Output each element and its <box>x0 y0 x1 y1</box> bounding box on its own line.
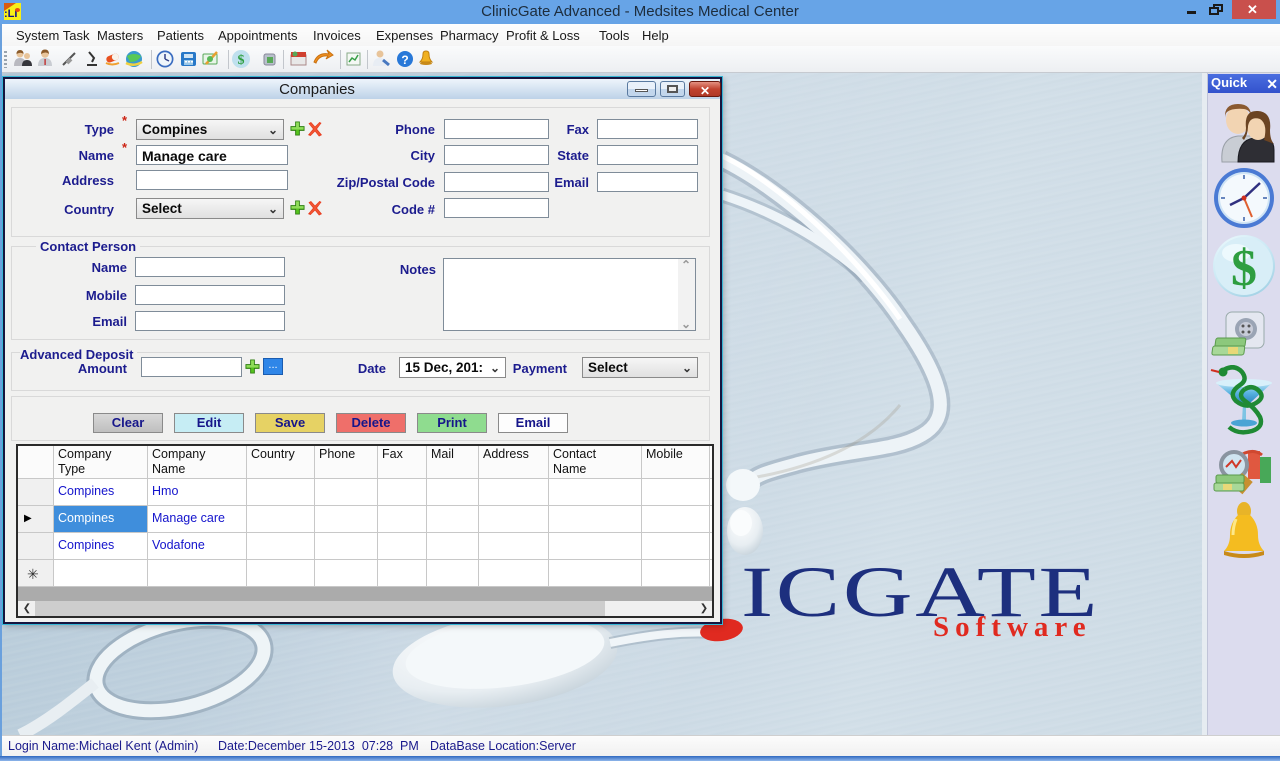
svg-text:?: ? <box>401 53 408 67</box>
svg-text:$: $ <box>238 53 245 68</box>
svg-text:$: $ <box>1231 240 1257 297</box>
